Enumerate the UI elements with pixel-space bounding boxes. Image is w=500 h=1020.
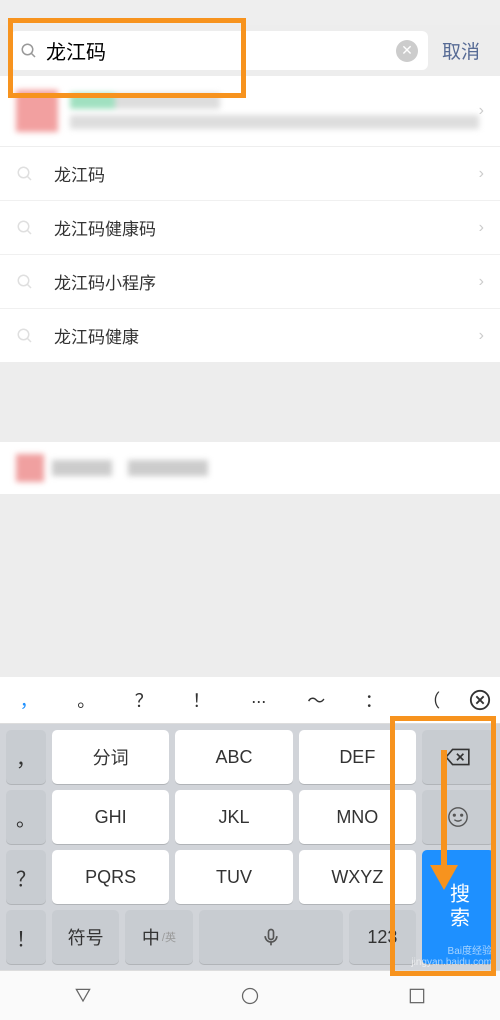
punct-key[interactable]: ？ <box>115 677 173 723</box>
blur-avatar <box>16 454 44 482</box>
spacer <box>0 362 500 442</box>
suggestion-text: 龙江码健康 <box>54 323 479 348</box>
smile-icon <box>447 806 469 828</box>
search-icon <box>16 273 34 291</box>
search-box[interactable]: ✕ <box>10 31 428 70</box>
key-language[interactable]: 中/英 <box>125 910 192 964</box>
cancel-button[interactable]: 取消 <box>428 37 490 64</box>
result-avatar <box>16 90 58 132</box>
chevron-right-icon: › <box>479 165 484 183</box>
close-icon[interactable] <box>460 677 500 723</box>
nav-recent-icon[interactable] <box>407 986 427 1006</box>
chevron-right-icon: › <box>479 102 484 120</box>
punct-key-comma[interactable]: ， <box>6 730 46 784</box>
punct-key[interactable]: ： <box>345 677 403 723</box>
search-input[interactable] <box>46 39 396 62</box>
watermark: Bai度经验 jingyan.baidu.com <box>411 942 492 968</box>
key-abc[interactable]: ABC <box>175 730 292 784</box>
punct-key-period[interactable]: 。 <box>6 790 46 844</box>
search-icon <box>16 327 34 345</box>
chevron-right-icon: › <box>479 219 484 237</box>
punct-key-question[interactable]: ？ <box>6 850 46 904</box>
search-bar: ✕ 取消 <box>0 25 500 76</box>
punct-key[interactable]: ， <box>0 677 58 723</box>
search-icon <box>16 165 34 183</box>
nav-bar <box>0 970 500 1020</box>
nav-back-icon[interactable] <box>73 986 93 1006</box>
key-wxyz[interactable]: WXYZ <box>299 850 416 904</box>
backspace-icon <box>445 747 471 767</box>
punct-key[interactable]: ... <box>230 677 288 723</box>
key-tuv[interactable]: TUV <box>175 850 292 904</box>
suggestion-text: 龙江码 <box>54 161 479 186</box>
key-backspace[interactable] <box>422 730 494 784</box>
key-jkl[interactable]: JKL <box>175 790 292 844</box>
suggestion-item[interactable]: 龙江码健康码 › <box>0 201 500 255</box>
clear-icon[interactable]: ✕ <box>396 40 418 62</box>
key-number[interactable]: 123 <box>349 910 416 964</box>
suggestion-item[interactable]: 龙江码小程序 › <box>0 255 500 309</box>
blur-text <box>52 460 112 476</box>
key-mic[interactable] <box>199 910 343 964</box>
keyboard: ， 。 ？ ！ ... ～ ： （ ， 。 ？ ！ 分词 ABC DEF GHI… <box>0 677 500 970</box>
suggestion-list: 龙江码 › 龙江码健康码 › 龙江码小程序 › 龙江码健康 › <box>0 147 500 362</box>
key-mno[interactable]: MNO <box>299 790 416 844</box>
result-text <box>70 93 479 129</box>
punct-key[interactable]: ！ <box>173 677 231 723</box>
top-result[interactable]: › <box>0 76 500 147</box>
punct-key-exclaim[interactable]: ！ <box>6 910 46 964</box>
chevron-right-icon: › <box>479 273 484 291</box>
punctuation-row: ， 。 ？ ！ ... ～ ： （ <box>0 677 500 724</box>
suggestion-item[interactable]: 龙江码健康 › <box>0 309 500 362</box>
punct-key[interactable]: ～ <box>288 677 346 723</box>
blur-text <box>128 460 208 476</box>
key-emoji[interactable] <box>422 790 494 844</box>
search-icon <box>20 42 38 60</box>
status-bar <box>0 0 500 25</box>
punct-key[interactable]: （ <box>403 677 461 723</box>
search-icon <box>16 219 34 237</box>
suggestion-text: 龙江码小程序 <box>54 269 479 294</box>
chevron-right-icon: › <box>479 327 484 345</box>
key-ghi[interactable]: GHI <box>52 790 169 844</box>
suggestion-text: 龙江码健康码 <box>54 215 479 240</box>
microphone-icon <box>261 927 281 947</box>
key-symbol[interactable]: 符号 <box>52 910 119 964</box>
key-def[interactable]: DEF <box>299 730 416 784</box>
nav-home-icon[interactable] <box>240 986 260 1006</box>
key-pqrs[interactable]: PQRS <box>52 850 169 904</box>
key-segment[interactable]: 分词 <box>52 730 169 784</box>
suggestion-item[interactable]: 龙江码 › <box>0 147 500 201</box>
punct-key[interactable]: 。 <box>58 677 116 723</box>
blurred-result[interactable] <box>0 442 500 494</box>
